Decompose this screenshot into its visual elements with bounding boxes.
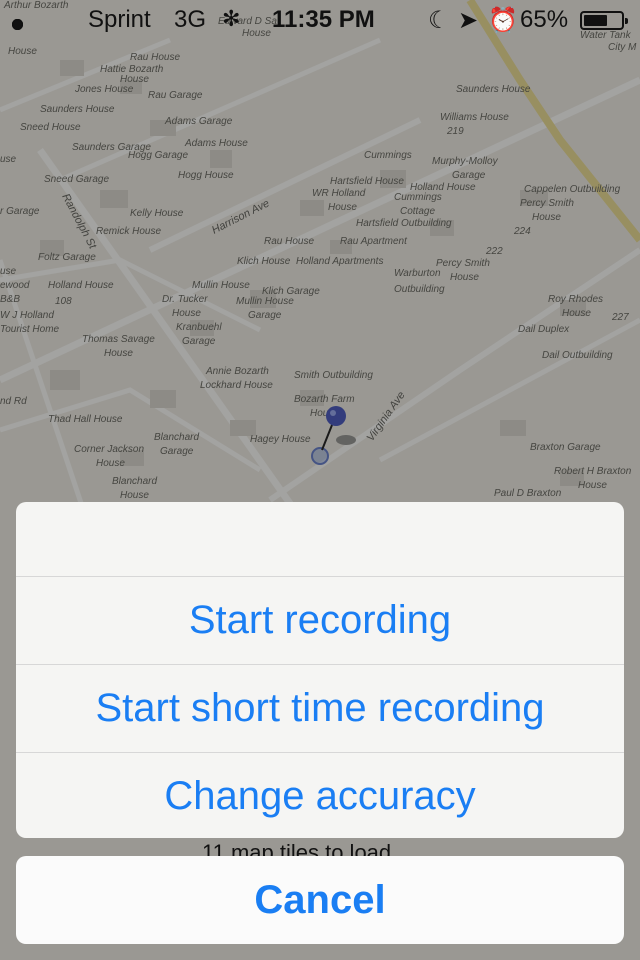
alarm-icon: ⏰ xyxy=(488,7,518,34)
moon-icon: ☾ xyxy=(428,7,450,34)
cancel-button[interactable]: Cancel xyxy=(16,856,624,944)
status-time: 11:35 PM xyxy=(272,6,375,33)
status-bar: Sprint 3G ✻ 11:35 PM ☾ ➤ ⏰ 65% xyxy=(0,0,640,40)
action-sheet: Start recording Start short time recordi… xyxy=(16,502,624,838)
location-arrow-icon: ➤ xyxy=(458,7,479,34)
battery-icon xyxy=(580,11,628,30)
start-short-time-recording-button[interactable]: Start short time recording xyxy=(16,665,624,753)
start-recording-button[interactable]: Start recording xyxy=(16,577,624,665)
change-accuracy-button[interactable]: Change accuracy xyxy=(16,753,624,838)
carrier-name: Sprint xyxy=(88,6,151,33)
network-type: 3G xyxy=(174,6,207,33)
activity-spinner-icon: ✻ xyxy=(222,6,241,31)
action-sheet-header xyxy=(16,502,624,577)
battery-percent: 65% xyxy=(520,6,569,33)
